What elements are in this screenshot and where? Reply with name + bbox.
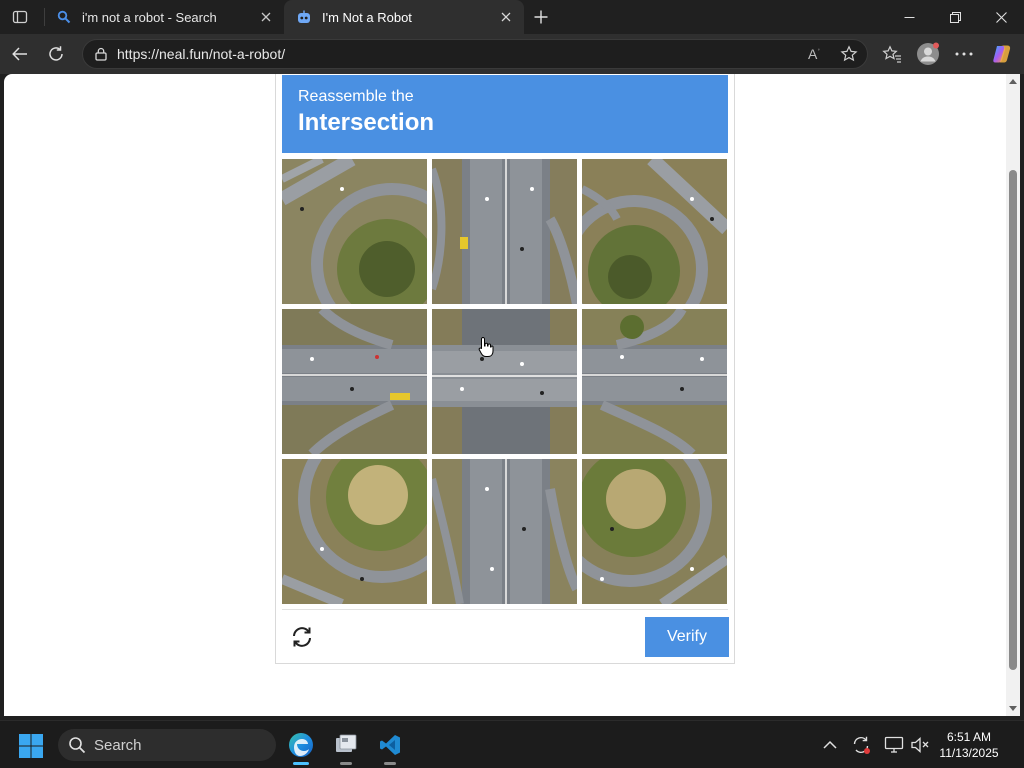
star-icon — [840, 45, 858, 62]
page-viewport: Reassemble the Intersection Verify — [4, 74, 1006, 716]
speaker-muted-icon — [911, 737, 929, 753]
restore-icon — [949, 11, 961, 23]
reload-button[interactable] — [288, 623, 316, 651]
puzzle-tile[interactable] — [282, 309, 427, 454]
tab-close-button[interactable] — [254, 5, 278, 29]
show-hidden-icons-button[interactable] — [818, 733, 842, 757]
browser-toolbar: https://neal.fun/not-a-robot/ Aʼ — [0, 34, 1024, 74]
more-button[interactable] — [950, 40, 978, 68]
chevron-up-icon — [823, 740, 837, 749]
scrollbar-thumb[interactable] — [1009, 170, 1017, 670]
clock-time: 6:51 AM — [946, 730, 992, 744]
scroll-up-icon[interactable] — [1009, 78, 1017, 86]
puzzle-tile[interactable] — [582, 159, 727, 304]
more-dots-icon — [955, 52, 973, 56]
title-bar: i'm not a robot - Search I'm Not a Robot — [0, 0, 1024, 34]
puzzle-grid — [282, 159, 728, 605]
puzzle-tile[interactable] — [432, 159, 577, 304]
close-icon — [995, 11, 1007, 23]
robot-icon — [296, 9, 312, 25]
puzzle-tile[interactable] — [432, 309, 577, 454]
tab-actions-button[interactable] — [8, 6, 32, 28]
running-indicator — [340, 762, 352, 765]
favorites-button[interactable] — [878, 40, 906, 68]
scroll-down-icon[interactable] — [1009, 704, 1017, 712]
tab-search[interactable]: i'm not a robot - Search — [44, 0, 284, 34]
puzzle-tile[interactable] — [582, 459, 727, 604]
read-aloud-button[interactable]: Aʼ — [803, 40, 831, 68]
close-icon — [501, 12, 511, 22]
page-scrollbar[interactable] — [1006, 74, 1020, 716]
lock-icon[interactable] — [93, 46, 109, 62]
taskbar-edge[interactable] — [283, 729, 319, 765]
reload-icon — [293, 627, 311, 647]
app-window-icon — [336, 734, 357, 752]
taskbar: Search 6:51 AM 11/13/2025 — [0, 720, 1024, 768]
bing-search-icon — [56, 9, 72, 25]
captcha-subtitle: Reassemble the — [298, 88, 414, 105]
active-indicator — [293, 762, 309, 765]
system-clock[interactable]: 6:51 AM 11/13/2025 — [932, 729, 1006, 761]
hand-cursor-icon — [478, 336, 494, 357]
refresh-button[interactable] — [42, 40, 70, 68]
captcha-title: Intersection — [298, 109, 435, 136]
sync-tray-button[interactable] — [849, 733, 873, 757]
tab-not-a-robot[interactable]: I'm Not a Robot — [284, 0, 524, 34]
favorite-button[interactable] — [835, 40, 863, 68]
captcha-header: Reassemble the Intersection — [282, 75, 728, 153]
edge-icon — [289, 733, 313, 757]
back-button[interactable] — [6, 40, 34, 68]
taskbar-search[interactable]: Search — [58, 729, 276, 761]
svg-text:A: A — [808, 46, 818, 62]
monitor-icon — [884, 736, 904, 753]
clock-date: 11/13/2025 — [939, 746, 999, 760]
new-tab-button[interactable] — [528, 4, 554, 30]
tab-close-button[interactable] — [494, 5, 518, 29]
search-placeholder: Search — [94, 736, 142, 754]
display-tray-button[interactable] — [882, 733, 906, 757]
volume-tray-button[interactable] — [908, 733, 932, 757]
svg-text:ʼ: ʼ — [818, 48, 820, 57]
refresh-icon — [49, 46, 63, 61]
restore-button[interactable] — [932, 0, 978, 34]
puzzle-tile[interactable] — [432, 459, 577, 604]
close-icon — [261, 12, 271, 22]
tab-title: i'm not a robot - Search — [82, 9, 217, 25]
verify-button[interactable]: Verify — [645, 617, 729, 657]
copilot-button[interactable] — [988, 40, 1016, 68]
puzzle-tile[interactable] — [282, 459, 427, 604]
tab-title: I'm Not a Robot — [322, 9, 412, 25]
favorites-icon — [882, 45, 901, 63]
close-window-button[interactable] — [978, 0, 1024, 34]
running-indicator — [384, 762, 396, 765]
taskbar-app[interactable] — [328, 729, 364, 765]
captcha-widget: Reassemble the Intersection Verify — [275, 74, 735, 664]
code-editor-icon — [380, 735, 400, 755]
footer-divider — [282, 609, 728, 610]
puzzle-tile[interactable] — [582, 309, 727, 454]
windows-start-icon[interactable] — [18, 733, 44, 759]
minimize-icon — [904, 16, 914, 18]
plus-icon — [534, 10, 548, 24]
avatar-icon — [917, 42, 939, 65]
taskbar-vscode[interactable] — [372, 729, 408, 765]
copilot-icon — [993, 45, 1011, 63]
profile-button[interactable] — [914, 40, 942, 68]
back-arrow-icon — [12, 47, 27, 61]
address-bar[interactable]: https://neal.fun/not-a-robot/ Aʼ — [82, 39, 868, 69]
tab-actions-icon — [12, 10, 28, 24]
url-text[interactable]: https://neal.fun/not-a-robot/ — [117, 46, 803, 62]
read-aloud-icon: Aʼ — [808, 46, 820, 62]
puzzle-tile[interactable] — [282, 159, 427, 304]
sync-icon — [853, 736, 870, 754]
minimize-button[interactable] — [886, 0, 932, 34]
search-icon — [69, 737, 86, 754]
